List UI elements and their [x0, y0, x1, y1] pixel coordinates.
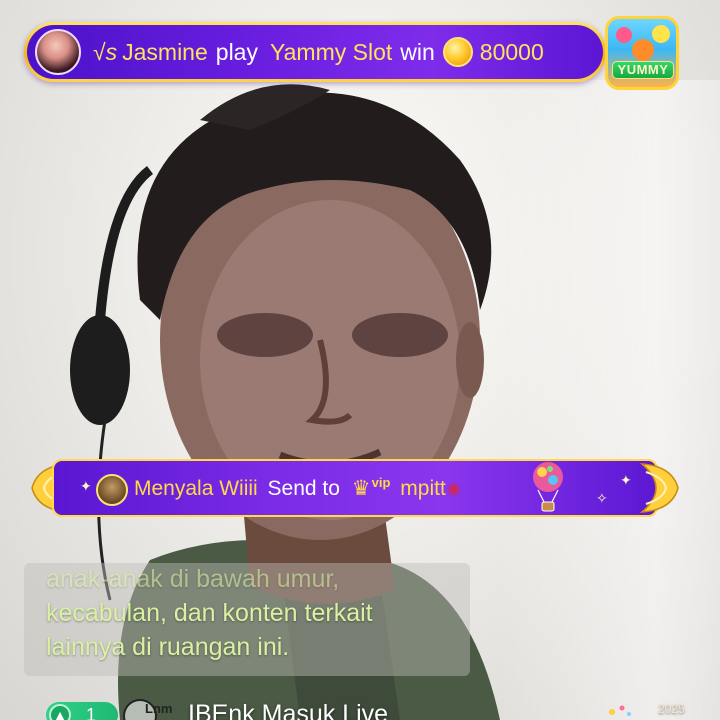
join-text: IBEnk Masuk Live: [188, 700, 389, 720]
top-win-banner[interactable]: √s Jasmine play Yammy Slot win 80000: [24, 22, 606, 82]
wing-right-icon: [640, 463, 679, 513]
chat-line: kecabulan, dan konten terkait: [46, 599, 373, 627]
top-banner-content: √s Jasmine play Yammy Slot win 80000: [27, 25, 603, 79]
fruit-icon: [632, 39, 654, 61]
viewer-count: 2025: [658, 702, 685, 716]
game-name: Yammy Slot: [269, 38, 393, 65]
winner-username: Jasmine: [122, 38, 208, 65]
banner-result: win: [400, 38, 435, 65]
verified-prefix: √s: [93, 38, 118, 65]
avatar[interactable]: [35, 29, 81, 75]
yummy-label: YUMMY: [612, 61, 674, 79]
avatar[interactable]: [96, 474, 128, 506]
rose-icon: ❀: [446, 480, 462, 499]
coin-icon: [442, 37, 473, 67]
yummy-game-icon[interactable]: YUMMY: [605, 16, 679, 90]
gift-message: Menyala Wiiii Send to ♛vip mpitt❀: [134, 475, 461, 501]
fan-club-badge: Lnm: [123, 699, 183, 720]
firework-icon: [609, 705, 631, 716]
hot-air-balloon-icon: [533, 462, 563, 512]
sparkle-icon: ✦: [80, 478, 92, 494]
chat-message-box[interactable]: anak-anak di bawah umur, kecabulan, dan …: [24, 563, 470, 676]
win-amount: 80000: [479, 38, 544, 65]
gift-notification-banner[interactable]: ✦ ✦ ✧ Menyala Wiiii Send to ♛vip mpitt❀: [30, 456, 680, 520]
chat-line: lainnya di ruangan ini.: [46, 633, 290, 661]
chat-line: anak-anak di bawah umur,: [46, 565, 340, 593]
gift-action: Send to: [267, 477, 340, 500]
level-badge: ▲ 1: [46, 702, 118, 720]
level-up-icon: ▲: [49, 704, 71, 720]
sparkle-icon: ✧: [596, 490, 608, 506]
level-number: 1: [86, 705, 97, 720]
gift-sender: Menyala Wiiii: [134, 477, 258, 500]
vip-badge: vip: [371, 475, 391, 490]
crown-icon: ♛: [351, 477, 371, 500]
gift-receiver: mpitt: [400, 477, 446, 500]
banner-action: play: [215, 38, 258, 65]
candy-icon: [616, 27, 632, 43]
badge-label: Lnm: [145, 701, 173, 716]
star-icon: [652, 25, 670, 43]
sparkle-icon: ✦: [620, 472, 632, 488]
